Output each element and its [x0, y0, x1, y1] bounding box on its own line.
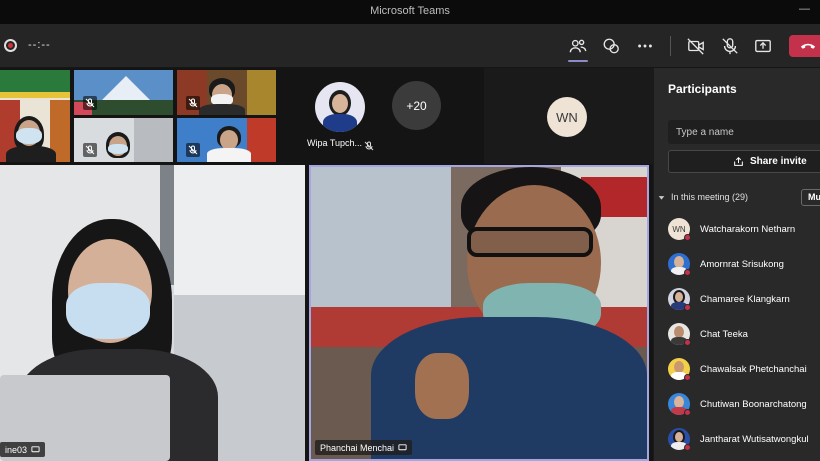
- share-invite-label: Share invite: [750, 156, 807, 167]
- participant-name: Jantharat Wutisatwongkul: [700, 433, 809, 445]
- status-busy-icon: [684, 304, 691, 311]
- participant-name: ine03: [5, 444, 28, 455]
- window-title: Microsoft Teams: [370, 5, 450, 17]
- share-invite-button[interactable]: Share invite: [668, 150, 820, 173]
- participant-name: Chawalsak Phetchanchai: [700, 363, 807, 375]
- teams-window: Microsoft Teams — --:-- Wipa Tupch... +2…: [0, 0, 820, 461]
- muted-indicator: [83, 143, 97, 157]
- participant-search-input[interactable]: [668, 120, 820, 144]
- participant-row[interactable]: Jantharat Wutisatwongkul: [668, 424, 820, 454]
- section-label: In this meeting (29): [671, 192, 749, 202]
- video-thumbnail[interactable]: [0, 70, 70, 162]
- in-meeting-section-toggle[interactable]: In this meeting (29): [658, 192, 748, 202]
- share-icon: [734, 156, 743, 166]
- participant-name: Phanchai Menchai: [320, 442, 395, 453]
- mic-off-icon: [364, 141, 374, 151]
- chevron-down-icon: [658, 195, 665, 200]
- status-busy-icon: [684, 409, 691, 416]
- participant-name: Watcharakorn Netharn: [700, 223, 796, 235]
- participant-row[interactable]: Amornrat Srisukong: [668, 249, 820, 279]
- avatar: [668, 253, 691, 276]
- participant-name: Amornrat Srisukong: [700, 258, 784, 270]
- ellipsis-icon: [638, 44, 652, 48]
- status-busy-icon: [684, 444, 691, 451]
- mic-off-icon: [722, 38, 738, 55]
- participant-avatar[interactable]: [315, 82, 365, 132]
- avatar: [668, 428, 691, 451]
- participant-row[interactable]: Chamaree Klangkarn: [668, 284, 820, 314]
- participant-name: Chutiwan Boonarchatong: [700, 398, 807, 410]
- participant-row[interactable]: Chat Teeka: [668, 319, 820, 349]
- participant-row[interactable]: Chutiwan Boonarchatong: [668, 389, 820, 419]
- participant-name: Wipa Tupch...: [307, 138, 363, 148]
- meeting-timer: --:--: [28, 39, 51, 51]
- show-conversation-button[interactable]: [596, 32, 626, 60]
- avatar: WN: [668, 218, 691, 241]
- muted-indicator: [186, 143, 200, 157]
- minimize-button[interactable]: —: [799, 3, 810, 15]
- mic-off-icon: [85, 98, 95, 108]
- chat-icon: [603, 38, 619, 54]
- participant-row[interactable]: WN Watcharakorn Netharn: [668, 214, 820, 244]
- status-busy-icon: [684, 374, 691, 381]
- mic-off-icon: [188, 98, 198, 108]
- avatar: [668, 323, 691, 346]
- meeting-toolbar: --:--: [0, 24, 820, 68]
- camera-toggle-button[interactable]: [681, 32, 711, 60]
- mic-off-icon: [85, 145, 95, 155]
- muted-indicator: [364, 138, 374, 156]
- avatar: [668, 358, 691, 381]
- mic-toggle-button[interactable]: [715, 32, 745, 60]
- camera-off-icon: [687, 38, 704, 55]
- muted-indicator: [186, 96, 200, 110]
- status-busy-icon: [684, 234, 691, 241]
- toolbar-divider: [670, 36, 671, 56]
- participant-name: Chamaree Klangkarn: [700, 293, 790, 305]
- screen-share-icon: [398, 444, 407, 451]
- more-actions-button[interactable]: [630, 32, 660, 60]
- initials-avatar: WN: [547, 97, 587, 137]
- main-video-right[interactable]: Phanchai Menchai: [309, 165, 649, 461]
- title-bar: Microsoft Teams —: [0, 0, 820, 24]
- participant-row[interactable]: Chawalsak Phetchanchai: [668, 354, 820, 384]
- share-tray-icon: [755, 39, 771, 53]
- people-icon: [569, 39, 587, 53]
- avatar: [668, 393, 691, 416]
- video-name-tag: ine03: [0, 442, 46, 457]
- avatar: [668, 288, 691, 311]
- share-screen-button[interactable]: [748, 32, 778, 60]
- status-busy-icon: [684, 269, 691, 276]
- mute-all-button[interactable]: Mu: [801, 189, 820, 206]
- recording-icon: [4, 39, 17, 52]
- video-thumbnail[interactable]: [74, 70, 173, 115]
- screen-share-icon: [31, 446, 40, 453]
- video-thumbnail[interactable]: [177, 118, 276, 162]
- status-busy-icon: [684, 339, 691, 346]
- video-name-tag: Phanchai Menchai: [315, 440, 413, 455]
- more-participants-button[interactable]: +20: [392, 81, 441, 130]
- muted-indicator: [83, 96, 97, 110]
- main-video-left[interactable]: ine03: [0, 165, 305, 461]
- participants-panel: Participants Share invite In this meetin…: [653, 68, 820, 461]
- mic-off-icon: [188, 145, 198, 155]
- video-thumbnail[interactable]: [177, 70, 276, 115]
- hang-up-button[interactable]: [789, 35, 820, 57]
- phone-hangup-icon: [800, 43, 816, 49]
- panel-title: Participants: [668, 82, 737, 96]
- show-participants-button[interactable]: [563, 32, 593, 62]
- video-thumbnail[interactable]: [74, 118, 173, 162]
- participant-name: Chat Teeka: [700, 328, 748, 340]
